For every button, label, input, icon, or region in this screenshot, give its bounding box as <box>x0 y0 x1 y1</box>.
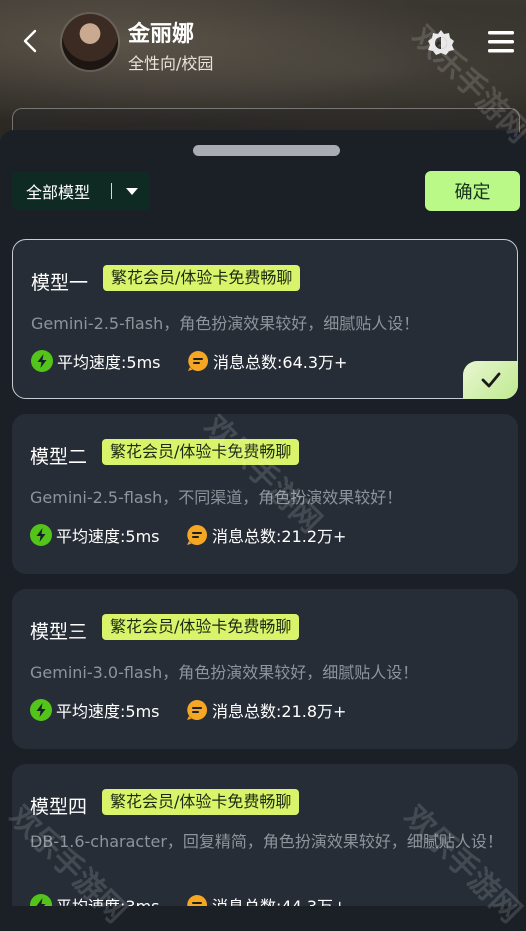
selected-check-badge <box>463 361 518 399</box>
message-stat: 消息总数:64.3万+ <box>187 349 347 373</box>
model-description: Gemini-2.5-flash，角色扮演效果较好，细腻贴人设！ <box>31 314 420 333</box>
model-title: 模型三 <box>30 621 88 643</box>
speed-value: 平均速度:5ms <box>56 527 160 546</box>
messages-value: 消息总数:44.3万+ <box>212 893 346 906</box>
model-badge: 繁花会员/体验卡免费畅聊 <box>102 789 300 815</box>
message-stat: 消息总数:44.3万+ <box>186 893 346 906</box>
menu-icon[interactable] <box>488 30 514 54</box>
confirm-button[interactable]: 确定 <box>425 171 520 211</box>
message-icon <box>187 895 207 906</box>
model-badge: 繁花会员/体验卡免费畅聊 <box>102 614 300 640</box>
speed-stat: 平均速度:5ms <box>30 698 160 722</box>
lightning-icon <box>30 894 52 906</box>
back-arrow-icon[interactable] <box>18 28 44 54</box>
messages-value: 消息总数:21.8万+ <box>212 702 347 721</box>
speed-value: 平均速度:5ms <box>57 353 161 372</box>
model-card-3[interactable]: 模型三 繁花会员/体验卡免费畅聊 Gemini-3.0-flash，角色扮演效果… <box>12 589 518 749</box>
message-icon <box>187 525 207 545</box>
caret-down-icon <box>126 188 138 195</box>
model-card-1[interactable]: 模型一 繁花会员/体验卡免费畅聊 Gemini-2.5-flash，角色扮演效果… <box>12 239 518 399</box>
filter-divider <box>111 183 112 199</box>
sheet-drag-handle[interactable] <box>193 145 340 156</box>
model-filter-dropdown[interactable]: 全部模型 <box>12 172 150 210</box>
model-description: Gemini-2.5-flash，不同渠道，角色扮演效果较好！ <box>30 488 403 507</box>
model-select-sheet: 全部模型 确定 模型一 繁花会员/体验卡免费畅聊 Gemini-2.5-flas… <box>0 130 526 906</box>
message-icon <box>188 351 208 371</box>
model-title: 模型二 <box>30 446 88 468</box>
lightning-icon <box>30 699 52 721</box>
lightning-icon <box>31 350 53 372</box>
message-stat: 消息总数:21.8万+ <box>186 698 346 722</box>
messages-value: 消息总数:64.3万+ <box>213 353 348 372</box>
message-stat: 消息总数:21.2万+ <box>186 523 346 547</box>
message-icon <box>187 700 207 720</box>
character-name: 金丽娜 <box>128 22 195 47</box>
model-badge: 繁花会员/体验卡免费畅聊 <box>103 265 301 291</box>
filter-label: 全部模型 <box>26 183 91 202</box>
model-title: 模型一 <box>31 272 89 294</box>
lightning-icon <box>30 524 52 546</box>
speed-value: 平均速度:5ms <box>56 702 160 721</box>
model-description: Gemini-3.0-flash，角色扮演效果较好，细腻贴人设！ <box>30 663 419 682</box>
character-avatar[interactable] <box>62 14 118 70</box>
speed-stat: 平均速度:5ms <box>30 523 160 547</box>
messages-value: 消息总数:21.2万+ <box>212 527 347 546</box>
character-tags: 全性向/校园 <box>128 54 214 73</box>
speed-stat: 平均速度:5ms <box>31 349 161 373</box>
checkmark-icon <box>481 372 500 388</box>
